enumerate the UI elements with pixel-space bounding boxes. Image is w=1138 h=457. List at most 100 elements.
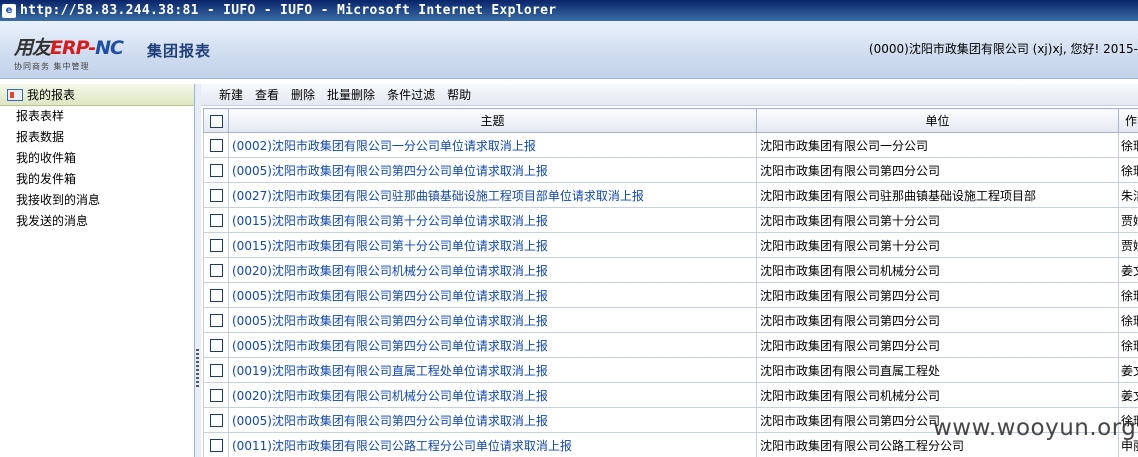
- logo-brand: 用友ERP-NC: [14, 37, 124, 59]
- help-button[interactable]: 帮助: [447, 86, 471, 103]
- row-select-cell: [203, 157, 229, 183]
- row-subject-link[interactable]: (0005)沈阳市政集团有限公司第四分公司单位请求取消上报: [228, 282, 757, 308]
- report-icon: [7, 88, 23, 101]
- table-row[interactable]: (0002)沈阳市政集团有限公司一分公司单位请求取消上报 沈阳市政集团有限公司一分…: [203, 132, 1138, 158]
- row-author: 姜文: [1118, 257, 1138, 283]
- column-header-unit[interactable]: 单位: [756, 108, 1119, 133]
- row-unit: 沈阳市政集团有限公司第四分公司: [756, 332, 1119, 358]
- row-select-cell: [203, 207, 229, 233]
- row-checkbox[interactable]: [209, 439, 223, 452]
- row-subject-link[interactable]: (0005)沈阳市政集团有限公司第四分公司单位请求取消上报: [228, 157, 757, 183]
- row-subject-link[interactable]: (0005)沈阳市政集团有限公司第四分公司单位请求取消上报: [228, 332, 757, 358]
- row-subject-link[interactable]: (0005)沈阳市政集团有限公司第四分公司单位请求取消上报: [228, 407, 757, 433]
- panel-splitter[interactable]: [195, 84, 201, 457]
- row-checkbox[interactable]: [209, 214, 223, 227]
- row-subject-link[interactable]: (0027)沈阳市政集团有限公司驻那曲镇基础设施工程项目部单位请求取消上报: [228, 182, 757, 208]
- row-select-cell: [203, 407, 229, 433]
- row-unit: 沈阳市政集团有限公司第四分公司: [756, 282, 1119, 308]
- row-subject-link[interactable]: (0015)沈阳市政集团有限公司第十分公司单位请求取消上报: [228, 207, 757, 233]
- row-checkbox[interactable]: [209, 389, 223, 402]
- window-titlebar: e http://58.83.244.38:81 - IUFO - IUFO -…: [0, 0, 1138, 21]
- table-row[interactable]: (0027)沈阳市政集团有限公司驻那曲镇基础设施工程项目部单位请求取消上报 沈阳市…: [203, 182, 1138, 208]
- row-select-cell: [203, 432, 229, 457]
- my-reports-title: 我的报表: [27, 88, 76, 102]
- row-select-cell: [203, 382, 229, 408]
- row-unit: 沈阳市政集团有限公司第四分公司: [756, 157, 1119, 183]
- row-subject-link[interactable]: (0002)沈阳市政集团有限公司一分公司单位请求取消上报: [228, 132, 757, 158]
- sidebar-item-report-data[interactable]: 报表数据: [0, 127, 194, 148]
- sidebar-item-outbox[interactable]: 我的发件箱: [0, 169, 194, 190]
- app-header: 用友ERP-NC 协同商务 集中管理 集团报表 (0000)沈阳市政集团有限公司…: [0, 21, 1138, 79]
- table-row[interactable]: (0020)沈阳市政集团有限公司机械分公司单位请求取消上报 沈阳市政集团有限公司机…: [203, 382, 1138, 408]
- row-unit: 沈阳市政集团有限公司第四分公司: [756, 307, 1119, 333]
- table-row[interactable]: (0015)沈阳市政集团有限公司第十分公司单位请求取消上报 沈阳市政集团有限公司第…: [203, 232, 1138, 258]
- row-author: 朱洁: [1118, 182, 1138, 208]
- row-select-cell: [203, 332, 229, 358]
- row-unit: 沈阳市政集团有限公司驻那曲镇基础设施工程项目部: [756, 182, 1119, 208]
- message-table: 主题 单位 作 (0002)沈阳市政集团有限公司一分公司单位请求取消上报 沈阳市政…: [203, 108, 1138, 457]
- row-select-cell: [203, 132, 229, 158]
- row-checkbox[interactable]: [209, 314, 223, 327]
- row-author: 徐瑕: [1118, 282, 1138, 308]
- select-all-cell: [203, 108, 229, 133]
- row-checkbox[interactable]: [209, 139, 223, 152]
- row-checkbox[interactable]: [209, 414, 223, 427]
- table-header-row: 主题 单位 作: [203, 108, 1138, 133]
- filter-button[interactable]: 条件过滤: [387, 86, 435, 103]
- row-checkbox[interactable]: [209, 289, 223, 302]
- table-row[interactable]: (0015)沈阳市政集团有限公司第十分公司单位请求取消上报 沈阳市政集团有限公司第…: [203, 207, 1138, 233]
- row-author: 贾姣: [1118, 232, 1138, 258]
- row-unit: 沈阳市政集团有限公司直属工程处: [756, 357, 1119, 383]
- row-select-cell: [203, 307, 229, 333]
- row-unit: 沈阳市政集团有限公司第十分公司: [756, 232, 1119, 258]
- row-checkbox[interactable]: [209, 364, 223, 377]
- table-row[interactable]: (0005)沈阳市政集团有限公司第四分公司单位请求取消上报 沈阳市政集团有限公司第…: [203, 157, 1138, 183]
- batch-delete-button[interactable]: 批量删除: [327, 86, 375, 103]
- sidebar-item-sent-messages[interactable]: 我发送的消息: [0, 211, 194, 232]
- row-subject-link[interactable]: (0005)沈阳市政集团有限公司第四分公司单位请求取消上报: [228, 307, 757, 333]
- row-checkbox[interactable]: [209, 189, 223, 202]
- column-header-author[interactable]: 作: [1118, 108, 1138, 133]
- row-subject-link[interactable]: (0015)沈阳市政集团有限公司第十分公司单位请求取消上报: [228, 232, 757, 258]
- new-button[interactable]: 新建: [219, 86, 243, 103]
- row-author: 徐瑕: [1118, 307, 1138, 333]
- row-select-cell: [203, 232, 229, 258]
- left-panel: 我的报表 报表表样 报表数据 我的收件箱 我的发件箱 我接收到的消息 我发送的消…: [0, 84, 195, 457]
- table-row[interactable]: (0005)沈阳市政集团有限公司第四分公司单位请求取消上报 沈阳市政集团有限公司第…: [203, 282, 1138, 308]
- row-subject-link[interactable]: (0020)沈阳市政集团有限公司机械分公司单位请求取消上报: [228, 257, 757, 283]
- row-select-cell: [203, 182, 229, 208]
- user-info: (0000)沈阳市政集团有限公司 (xj)xj, 您好! 2015-: [868, 42, 1138, 56]
- logo-subtitle: 协同商务 集中管理: [14, 62, 90, 71]
- row-unit: 沈阳市政集团有限公司一分公司: [756, 132, 1119, 158]
- table-row[interactable]: (0005)沈阳市政集团有限公司第四分公司单位请求取消上报 沈阳市政集团有限公司第…: [203, 332, 1138, 358]
- delete-button[interactable]: 删除: [291, 86, 315, 103]
- sidebar-item-report-template[interactable]: 报表表样: [0, 106, 194, 127]
- module-title: 集团报表: [147, 42, 212, 60]
- row-select-cell: [203, 257, 229, 283]
- row-author: 徐瑕: [1118, 157, 1138, 183]
- row-select-cell: [203, 357, 229, 383]
- table-row[interactable]: (0005)沈阳市政集团有限公司第四分公司单位请求取消上报 沈阳市政集团有限公司第…: [203, 307, 1138, 333]
- watermark: www.wooyun.org: [933, 415, 1137, 441]
- my-reports-header[interactable]: 我的报表: [0, 84, 194, 106]
- splitter-grip-icon[interactable]: [196, 349, 199, 387]
- row-checkbox[interactable]: [209, 164, 223, 177]
- row-author: 贾姣: [1118, 207, 1138, 233]
- row-author: 姜文: [1118, 382, 1138, 408]
- select-all-checkbox[interactable]: [209, 114, 223, 128]
- sidebar-item-received-messages[interactable]: 我接收到的消息: [0, 190, 194, 211]
- row-subject-link[interactable]: (0019)沈阳市政集团有限公司直属工程处单位请求取消上报: [228, 357, 757, 383]
- row-checkbox[interactable]: [209, 239, 223, 252]
- table-row[interactable]: (0019)沈阳市政集团有限公司直属工程处单位请求取消上报 沈阳市政集团有限公司直…: [203, 357, 1138, 383]
- row-subject-link[interactable]: (0011)沈阳市政集团有限公司公路工程分公司单位请求取消上报: [228, 432, 757, 457]
- row-subject-link[interactable]: (0020)沈阳市政集团有限公司机械分公司单位请求取消上报: [228, 382, 757, 408]
- view-button[interactable]: 查看: [255, 86, 279, 103]
- table-row[interactable]: (0020)沈阳市政集团有限公司机械分公司单位请求取消上报 沈阳市政集团有限公司机…: [203, 257, 1138, 283]
- row-author: 徐瑕: [1118, 332, 1138, 358]
- toolbar: 新建 查看 删除 批量删除 条件过滤 帮助: [201, 84, 1138, 106]
- message-table-container: 主题 单位 作 (0002)沈阳市政集团有限公司一分公司单位请求取消上报 沈阳市政…: [203, 108, 1138, 457]
- column-header-subject[interactable]: 主题: [228, 108, 757, 133]
- row-checkbox[interactable]: [209, 264, 223, 277]
- sidebar-item-inbox[interactable]: 我的收件箱: [0, 148, 194, 169]
- row-checkbox[interactable]: [209, 339, 223, 352]
